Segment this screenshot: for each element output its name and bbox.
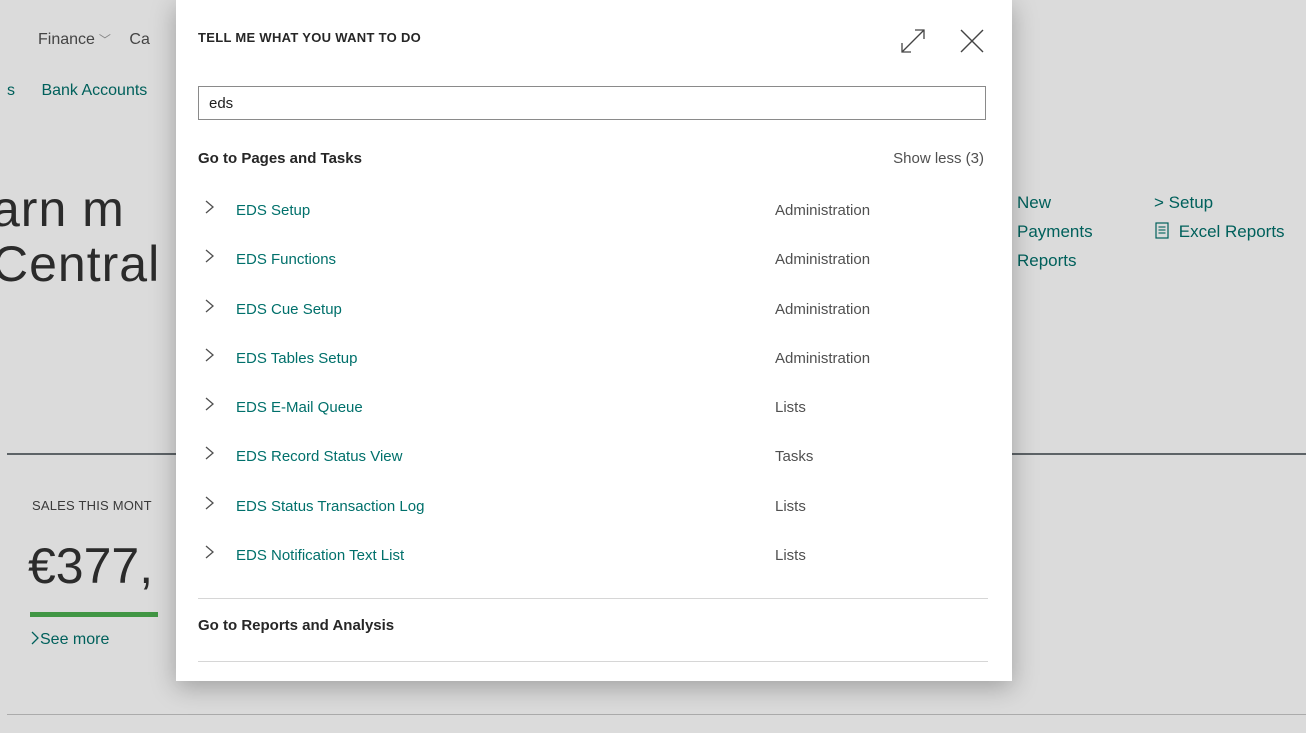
result-name: EDS Status Transaction Log <box>236 497 425 515</box>
chevron-right-icon <box>205 496 214 510</box>
list-item[interactable]: EDS Functions Administration <box>198 236 988 285</box>
result-name: EDS E-Mail Queue <box>236 399 363 417</box>
section-separator <box>198 661 988 662</box>
result-name: EDS Record Status View <box>236 448 403 466</box>
list-item[interactable]: EDS Notification Text List Lists <box>198 532 988 581</box>
list-item[interactable]: EDS Status Transaction Log Lists <box>198 483 988 532</box>
expand-icon <box>901 29 925 53</box>
chevron-right-icon <box>205 446 214 460</box>
pages-section-heading: Go to Pages and Tasks <box>198 150 362 167</box>
tell-me-dialog: TELL ME WHAT YOU WANT TO DO Go to Pages … <box>176 0 1012 681</box>
expand-button[interactable] <box>898 26 928 56</box>
close-button[interactable] <box>957 26 987 56</box>
result-name: EDS Cue Setup <box>236 300 342 318</box>
result-name: EDS Setup <box>236 202 311 219</box>
result-category: Lists <box>775 399 806 417</box>
result-category: Administration <box>775 349 871 367</box>
result-category: Tasks <box>775 448 814 466</box>
chevron-right-icon <box>205 348 214 362</box>
show-less-link[interactable]: Show less (3) <box>893 150 984 167</box>
chevron-right-icon <box>205 249 214 263</box>
result-category: Lists <box>775 497 806 515</box>
result-category: Administration <box>775 202 871 219</box>
list-item[interactable]: EDS E-Mail Queue Lists <box>198 384 988 433</box>
chevron-right-icon <box>205 200 214 214</box>
list-item[interactable]: EDS Setup Administration <box>198 187 988 236</box>
list-item[interactable]: EDS Tables Setup Administration <box>198 335 988 384</box>
chevron-right-icon <box>205 545 214 559</box>
list-item[interactable]: EDS Cue Setup Administration <box>198 286 988 335</box>
result-name: EDS Tables Setup <box>236 349 358 367</box>
search-input[interactable] <box>198 86 986 120</box>
result-name: EDS Functions <box>236 251 337 269</box>
reports-section-heading[interactable]: Go to Reports and Analysis <box>198 617 394 634</box>
list-item[interactable]: EDS Record Status View Tasks <box>198 433 988 482</box>
result-category: Lists <box>775 547 806 565</box>
chevron-right-icon <box>205 299 214 313</box>
result-category: Administration <box>775 251 871 269</box>
chevron-right-icon <box>205 397 214 411</box>
result-category: Administration <box>775 300 871 318</box>
result-name: EDS Notification Text List <box>236 547 405 565</box>
close-icon <box>960 29 984 53</box>
results-list: EDS Setup Administration EDS Functions A… <box>198 187 988 581</box>
dialog-title: TELL ME WHAT YOU WANT TO DO <box>198 30 422 45</box>
section-separator <box>198 598 988 599</box>
